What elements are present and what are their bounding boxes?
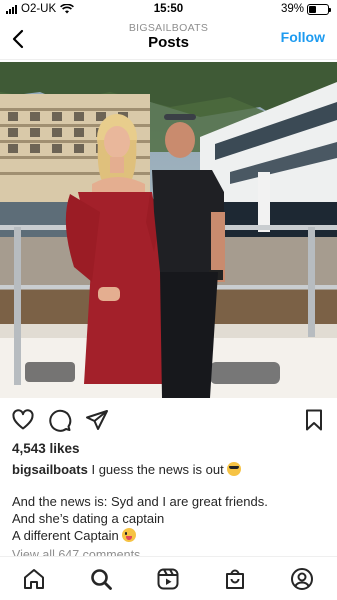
caption-line-2: And she’s dating a captain [12, 511, 165, 526]
share-icon[interactable] [85, 408, 109, 432]
home-icon[interactable] [22, 567, 46, 591]
post-image[interactable] [0, 62, 337, 398]
reels-icon[interactable] [156, 567, 180, 591]
comment-icon[interactable] [48, 408, 72, 432]
caption-text: I guess the news is out [87, 462, 224, 477]
battery-icon [307, 3, 331, 15]
post-photo [0, 62, 337, 398]
caption-username[interactable]: bigsailboats [12, 462, 88, 477]
profile-icon[interactable] [290, 567, 314, 591]
caption-line-3-text: A different Captain [12, 528, 119, 543]
caption-line-3: A different Captain [12, 528, 137, 543]
caption-line-1: And the news is: Syd and I are great fri… [12, 494, 268, 509]
header: BIGSAILBOATS Posts Follow [0, 20, 337, 60]
follow-button[interactable]: Follow [281, 29, 325, 45]
caption: bigsailboats I guess the news is out [12, 462, 327, 478]
sunglasses-emoji-icon [227, 462, 242, 476]
likes-count[interactable]: 4,543 likes [12, 441, 80, 456]
battery-fill [309, 5, 317, 13]
search-icon[interactable] [89, 567, 113, 591]
post-actions [0, 404, 337, 436]
bottom-tab-bar [0, 556, 337, 600]
status-right: 39% [280, 3, 331, 15]
heart-icon[interactable] [11, 408, 35, 432]
wink-tongue-emoji-icon [122, 528, 137, 542]
battery-percent: 39% [280, 3, 304, 15]
status-bar: O2-UK 15:50 39% [0, 0, 337, 20]
shop-icon[interactable] [223, 567, 247, 591]
bookmark-icon[interactable] [302, 408, 326, 432]
